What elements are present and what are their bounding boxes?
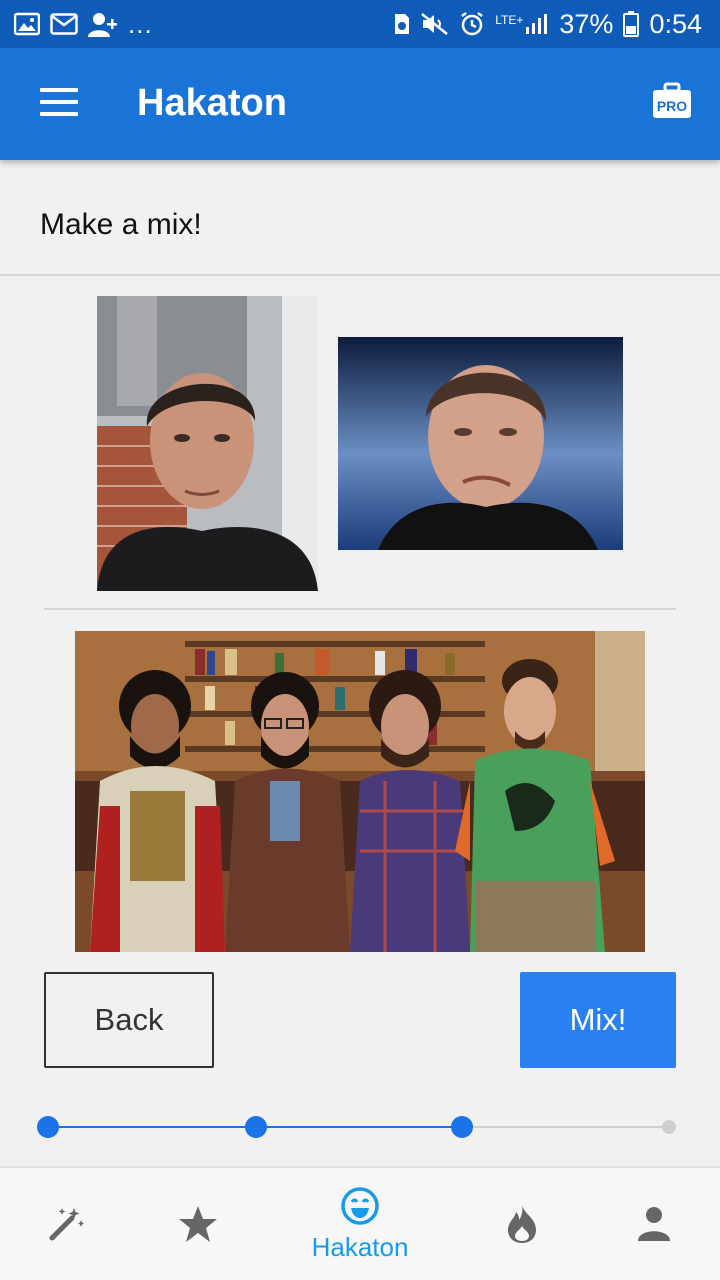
menu-icon[interactable] — [40, 88, 80, 120]
nav-hakaton-label: Hakaton — [311, 1231, 409, 1262]
step-1-dot[interactable] — [37, 1116, 59, 1138]
step-4-dot[interactable] — [662, 1120, 676, 1134]
lte-signal-icon: LTE+ — [495, 13, 549, 35]
group-scene-photo[interactable] — [75, 631, 645, 952]
status-more: ... — [128, 8, 153, 39]
app-bar: Hakaton PRO — [0, 48, 720, 160]
alarm-icon — [461, 12, 484, 36]
battery-icon — [623, 11, 640, 37]
status-bar: ... LTE+ 37% 0:54 — [0, 0, 720, 48]
pro-briefcase-icon[interactable]: PRO — [652, 82, 692, 122]
star-icon — [179, 1206, 217, 1242]
nav-hakaton[interactable]: Hakaton — [305, 1168, 415, 1280]
network-type: LTE+ — [495, 13, 524, 27]
battery-percent: 37% — [559, 8, 614, 39]
user-face-photo[interactable] — [97, 296, 318, 591]
person-icon — [638, 1207, 670, 1241]
back-button[interactable]: Back — [44, 972, 214, 1068]
bottom-nav: Hakaton — [0, 1168, 720, 1280]
smiley-icon — [341, 1186, 379, 1225]
app-title: Hakaton — [137, 82, 287, 124]
divider — [0, 274, 720, 276]
status-time: 0:54 — [649, 8, 702, 39]
step-2-dot[interactable] — [245, 1116, 267, 1138]
gallery-icon — [14, 12, 40, 36]
mail-icon — [50, 13, 78, 35]
nav-favorites[interactable] — [143, 1168, 253, 1280]
divider — [44, 608, 676, 610]
step-3-dot[interactable] — [451, 1116, 473, 1138]
mix-button[interactable]: Mix! — [520, 972, 676, 1068]
sim-icon — [395, 14, 410, 34]
nav-hot[interactable] — [467, 1168, 577, 1280]
add-contact-icon — [88, 13, 117, 37]
flame-icon — [508, 1205, 536, 1243]
nav-profile[interactable] — [599, 1168, 709, 1280]
magic-wand-icon — [49, 1208, 84, 1241]
pro-badge: PRO — [657, 98, 687, 114]
celebrity-face-photo[interactable] — [338, 337, 623, 550]
page-subtitle: Make a mix! — [40, 208, 202, 241]
nav-magic[interactable] — [11, 1168, 121, 1280]
stepper-line-todo — [462, 1126, 670, 1128]
mute-icon — [421, 13, 449, 35]
